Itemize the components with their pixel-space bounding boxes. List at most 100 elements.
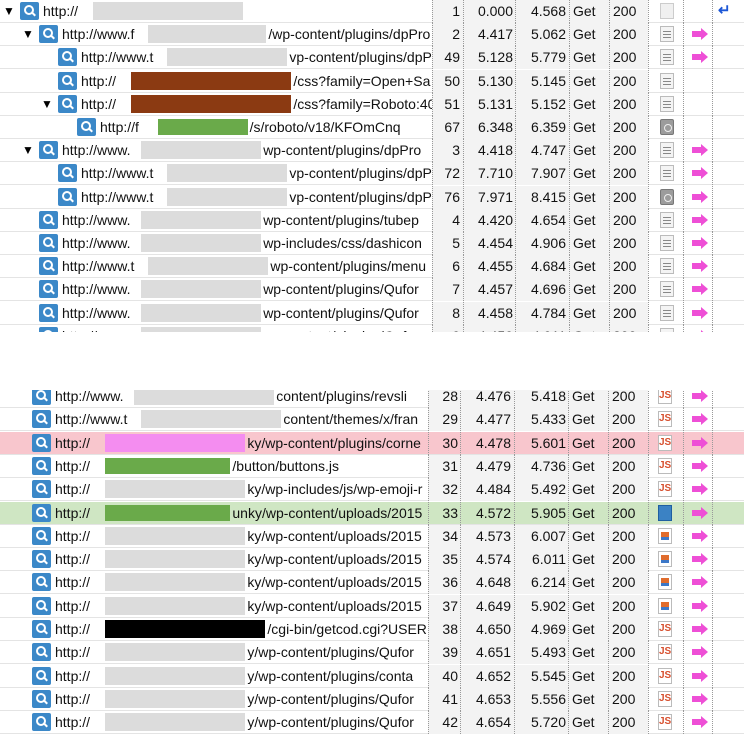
url-cell[interactable]: http:// y/wp-content/plugins/Qufor: [0, 641, 428, 664]
magnifier-icon[interactable]: [32, 643, 51, 662]
pink-arrow-icon[interactable]: [692, 483, 708, 496]
magnifier-icon[interactable]: [32, 713, 51, 732]
magnifier-icon[interactable]: [39, 303, 58, 322]
url-cell[interactable]: http:// /button/buttons.js: [0, 455, 428, 478]
request-row[interactable]: http:// y/wp-content/plugins/conta 40 4.652…: [0, 664, 744, 688]
request-row[interactable]: http:// ky/wp-content/plugins/corne 30 4.47…: [0, 431, 744, 455]
document-icon[interactable]: [660, 72, 674, 89]
js-file-icon[interactable]: JS: [658, 644, 672, 661]
request-row[interactable]: http:// unky/wp-content/uploads/2015 33 4.5…: [0, 501, 744, 525]
request-row[interactable]: http:// y/wp-content/plugins/Qufor 42 4.654…: [0, 711, 744, 735]
image-file-icon[interactable]: [658, 504, 672, 521]
js-file-icon[interactable]: JS: [658, 481, 672, 498]
document-icon[interactable]: [660, 95, 674, 112]
url-cell[interactable]: http:// ky/wp-content/uploads/2015: [0, 571, 428, 594]
url-cell[interactable]: ▼ http://www.f/wp-content/plugins/dpPro: [0, 23, 432, 46]
request-row[interactable]: ▼ http://www.f/wp-content/plugins/dpPro 2 4…: [0, 23, 744, 47]
js-file-icon[interactable]: JS: [658, 411, 672, 428]
pink-arrow-icon[interactable]: [692, 669, 708, 682]
request-row[interactable]: http://www. wp-includes/css/dashicon 5 4.45…: [0, 232, 744, 255]
magnifier-icon[interactable]: [58, 94, 77, 113]
image-file-icon[interactable]: [658, 597, 672, 614]
document-icon[interactable]: [660, 235, 674, 251]
url-cell[interactable]: ▼ http://: [0, 0, 432, 23]
magnifier-icon[interactable]: [32, 526, 51, 545]
document-icon[interactable]: [660, 258, 674, 275]
pink-arrow-icon[interactable]: [692, 283, 708, 296]
document-icon[interactable]: [660, 304, 674, 321]
request-row[interactable]: http:// /button/buttons.js 31 4.479 4.736 Get…: [0, 454, 744, 478]
url-cell[interactable]: http://www.t wp-content/plugins/menu: [0, 255, 432, 278]
url-cell[interactable]: http:// ky/wp-content/uploads/2015: [0, 548, 428, 571]
url-cell[interactable]: http:// unky/wp-content/uploads/2015: [0, 502, 428, 525]
pink-arrow-icon[interactable]: [692, 623, 708, 635]
url-cell[interactable]: http:// ky/wp-content/plugins/corne: [0, 432, 428, 455]
request-row[interactable]: http://www. wp-content/plugins/tubep 4 4.42…: [0, 208, 744, 232]
url-cell[interactable]: http://www.t vp-content/plugins/dpP: [0, 46, 432, 69]
image-file-icon[interactable]: [658, 527, 672, 544]
request-row[interactable]: http://www. wp-content/plugins/Qufor 8 4.45…: [0, 301, 744, 325]
url-cell[interactable]: http://f/s/roboto/v18/KFOmCnq: [0, 116, 432, 139]
triangle-down-icon[interactable]: ▼: [41, 97, 53, 111]
magnifier-icon[interactable]: [32, 503, 51, 522]
document-icon[interactable]: [660, 49, 674, 66]
js-file-icon[interactable]: JS: [658, 714, 672, 731]
pink-arrow-icon[interactable]: [692, 646, 708, 659]
magnifier-icon[interactable]: [58, 187, 77, 206]
url-cell[interactable]: http:// /css?family=Open+Sa: [0, 70, 432, 93]
js-file-icon[interactable]: JS: [658, 621, 672, 637]
url-cell[interactable]: http://www.t vp-content/plugins/dpP: [0, 162, 432, 185]
magnifier-icon[interactable]: [39, 257, 58, 276]
magnifier-icon[interactable]: [39, 141, 58, 160]
request-row[interactable]: http://www.t vp-content/plugins/dpP 76 7.97…: [0, 185, 744, 209]
url-cell[interactable]: http:// y/wp-content/plugins/conta: [0, 665, 428, 688]
pink-arrow-icon[interactable]: [692, 506, 708, 519]
pink-arrow-icon[interactable]: [692, 28, 708, 41]
pink-arrow-icon[interactable]: [692, 237, 708, 249]
pink-arrow-icon[interactable]: [692, 436, 708, 449]
request-row[interactable]: http:// y/wp-content/plugins/Qufor 41 4.653…: [0, 687, 744, 711]
pink-arrow-icon[interactable]: [692, 213, 708, 226]
pink-arrow-icon[interactable]: [692, 716, 708, 729]
request-row[interactable]: http:// ky/wp-content/uploads/2015 34 4.573…: [0, 524, 744, 548]
return-arrow-icon[interactable]: ↵: [718, 3, 738, 18]
js-file-icon[interactable]: JS: [658, 434, 672, 451]
js-file-icon[interactable]: JS: [658, 690, 672, 707]
magnifier-icon[interactable]: [39, 25, 58, 44]
document-icon[interactable]: [660, 211, 674, 228]
code-file-icon[interactable]: [660, 3, 674, 19]
magnifier-icon[interactable]: [32, 573, 51, 592]
url-cell[interactable]: ▼ http:// /css?family=Roboto:40: [0, 93, 432, 116]
url-cell[interactable]: http:// y/wp-content/plugins/Qufor: [0, 688, 428, 711]
request-row[interactable]: http://www.t vp-content/plugins/dpP 72 7.71…: [0, 162, 744, 186]
url-cell[interactable]: http://www. wp-content/plugins/Qufor: [0, 278, 432, 301]
url-cell[interactable]: http://www.t vp-content/plugins/dpP: [0, 186, 432, 209]
pink-arrow-icon[interactable]: [692, 306, 708, 319]
image-file-icon[interactable]: [658, 551, 672, 568]
request-row[interactable]: http://www.t content/themes/x/fran 29 4.477…: [0, 408, 744, 432]
url-cell[interactable]: http:// ky/wp-content/uploads/2015: [0, 595, 428, 618]
pink-arrow-icon[interactable]: [692, 692, 708, 705]
magnifier-icon[interactable]: [39, 280, 58, 299]
pink-arrow-icon[interactable]: [692, 529, 708, 542]
request-row[interactable]: http:// ky/wp-includes/js/wp-emoji-r 32 4.4…: [0, 478, 744, 502]
request-row[interactable]: http://www.t wp-content/plugins/menu 6 4.45…: [0, 255, 744, 279]
font-file-icon[interactable]: [660, 188, 674, 205]
magnifier-icon[interactable]: [32, 596, 51, 615]
triangle-down-icon[interactable]: ▼: [3, 4, 15, 18]
magnifier-icon[interactable]: [32, 480, 51, 499]
request-row[interactable]: http:// ky/wp-content/uploads/2015 36 4.648…: [0, 571, 744, 595]
triangle-down-icon[interactable]: ▼: [22, 143, 34, 157]
triangle-down-icon[interactable]: ▼: [22, 27, 34, 41]
magnifier-icon[interactable]: [39, 210, 58, 229]
request-row[interactable]: http://f/s/roboto/v18/KFOmCnq 67 6.348 6.35…: [0, 116, 744, 139]
pink-arrow-icon[interactable]: [692, 459, 708, 472]
document-icon[interactable]: [660, 165, 674, 182]
pink-arrow-icon[interactable]: [692, 576, 708, 589]
request-row[interactable]: http:// /cgi-bin/getcod.cgi?USER 38 4.650 4.…: [0, 618, 744, 641]
url-cell[interactable]: http://www. wp-content/plugins/Qufor: [0, 302, 432, 325]
document-icon[interactable]: [660, 281, 674, 298]
url-cell[interactable]: http://www. wp-includes/css/dashicon: [0, 232, 432, 255]
url-cell[interactable]: http:// /cgi-bin/getcod.cgi?USER: [0, 618, 428, 641]
pink-arrow-icon[interactable]: [692, 144, 708, 157]
